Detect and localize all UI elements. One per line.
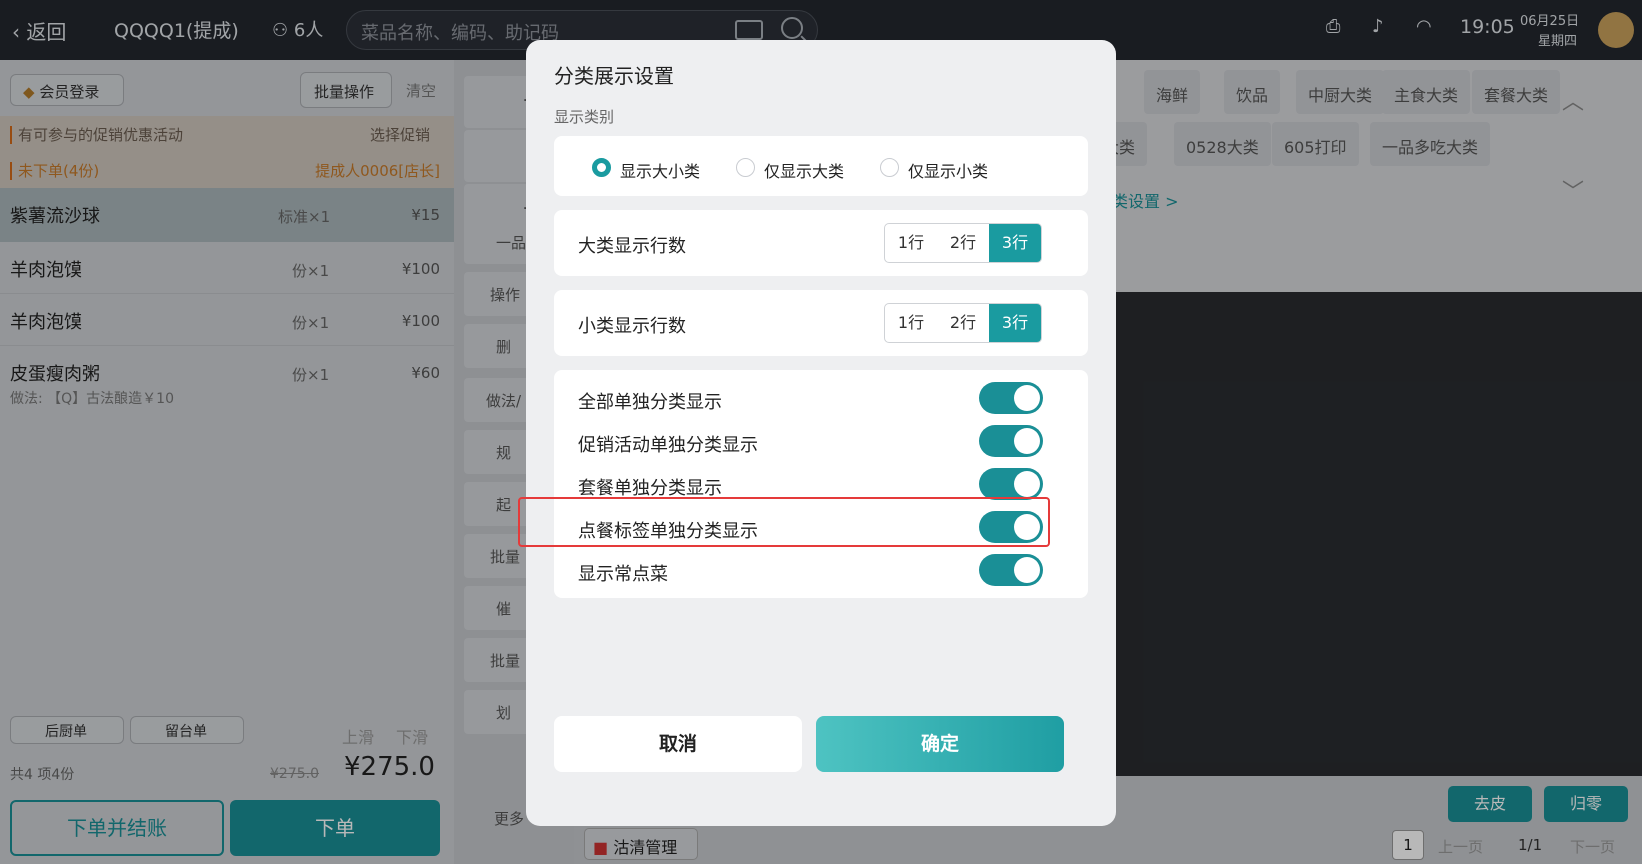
row-option[interactable]: 1行 [885, 304, 937, 342]
row-option[interactable]: 2行 [937, 224, 989, 262]
row-option[interactable]: 1行 [885, 224, 937, 262]
section-label: 显示类别 [554, 108, 615, 126]
radio-unchecked-icon [736, 158, 755, 177]
toggle-switch[interactable] [979, 554, 1043, 586]
cancel-button[interactable]: 取消 [554, 716, 802, 772]
small-rows-label: 小类显示行数 [578, 316, 686, 337]
toggle-switch[interactable] [979, 468, 1043, 500]
toggle-settings-card: 全部单独分类显示 促销活动单独分类显示 套餐单独分类显示 点餐标签单独分类显示 … [554, 370, 1088, 598]
toggle-label: 全部单独分类显示 [578, 392, 722, 413]
display-type-card: 显示大小类 仅显示大类 仅显示小类 [554, 136, 1088, 196]
radio-unchecked-icon [880, 158, 899, 177]
confirm-button[interactable]: 确定 [816, 716, 1064, 772]
row-option-selected[interactable]: 3行 [989, 304, 1041, 342]
row-option[interactable]: 2行 [937, 304, 989, 342]
big-rows-selector[interactable]: 1行 2行 3行 [884, 223, 1042, 263]
toggle-label: 促销活动单独分类显示 [578, 435, 758, 456]
radio-big-only[interactable]: 仅显示大类 [736, 158, 844, 182]
radio-small-only[interactable]: 仅显示小类 [880, 158, 988, 182]
small-category-rows-card: 小类显示行数 1行 2行 3行 [554, 290, 1088, 356]
toggle-switch[interactable] [979, 382, 1043, 414]
category-display-settings-dialog: 分类展示设置 显示类别 显示大小类 仅显示大类 仅显示小类 大类显示行数 1行 … [518, 40, 1116, 826]
radio-label: 显示大小类 [620, 162, 701, 181]
row-option-selected[interactable]: 3行 [989, 224, 1041, 262]
radio-label: 仅显示小类 [908, 162, 989, 181]
big-rows-label: 大类显示行数 [578, 236, 686, 257]
toggle-switch[interactable] [979, 425, 1043, 457]
big-category-rows-card: 大类显示行数 1行 2行 3行 [554, 210, 1088, 276]
small-rows-selector[interactable]: 1行 2行 3行 [884, 303, 1042, 343]
radio-show-all[interactable]: 显示大小类 [592, 158, 700, 182]
radio-label: 仅显示大类 [764, 162, 845, 181]
highlight-box [518, 497, 1050, 547]
radio-checked-icon [592, 158, 611, 177]
toggle-label: 显示常点菜 [578, 564, 668, 585]
dialog-title: 分类展示设置 [554, 64, 674, 88]
